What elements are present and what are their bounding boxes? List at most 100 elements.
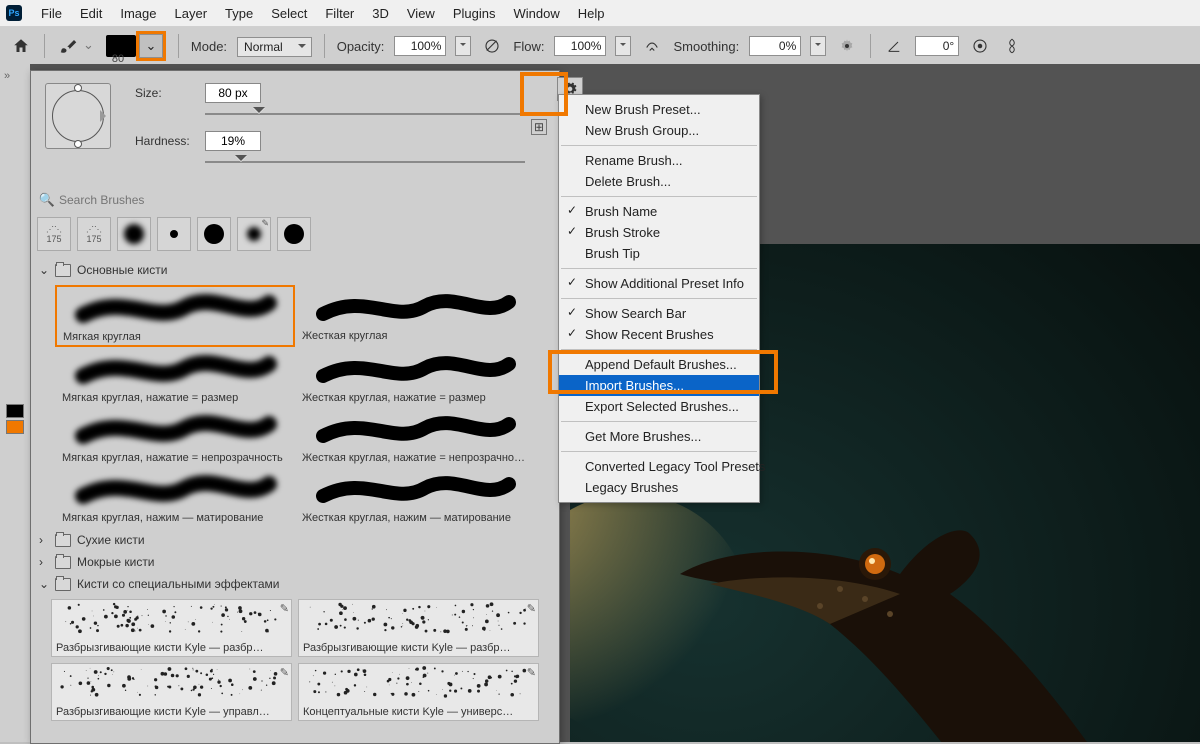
search-input[interactable] — [57, 189, 553, 211]
menu-layer[interactable]: Layer — [166, 2, 217, 25]
brush-label: Жесткая круглая, нажатие = размер — [302, 392, 528, 404]
menu-plugins[interactable]: Plugins — [444, 2, 505, 25]
size-slider[interactable] — [205, 107, 525, 121]
menu-item[interactable]: Brush Tip — [559, 243, 759, 264]
recent-brush[interactable] — [277, 217, 311, 251]
menu-edit[interactable]: Edit — [71, 2, 111, 25]
chevron-right-icon: › — [39, 533, 49, 547]
opacity-pressure-icon[interactable] — [481, 35, 503, 57]
brush-preset[interactable]: Жесткая круглая, нажатие = размер — [295, 347, 535, 407]
opacity-value[interactable]: 100% — [394, 36, 446, 56]
recent-brush[interactable] — [117, 217, 151, 251]
brush-preset[interactable]: ✎ Разбрызгивающие кисти Kyle — управл… — [51, 663, 292, 721]
new-preset-icon[interactable]: ⊞ — [531, 119, 547, 135]
home-button[interactable] — [10, 35, 32, 57]
brush-grid: Мягкая круглая Жесткая круглая Мягкая кр… — [31, 281, 559, 529]
menu-item[interactable]: Legacy Brushes — [559, 477, 759, 498]
menu-item[interactable]: Get More Brushes... — [559, 426, 759, 447]
menu-item[interactable]: Brush Stroke — [559, 222, 759, 243]
flow-dropdown[interactable] — [615, 36, 631, 56]
recent-brush[interactable]: ✎ — [237, 217, 271, 251]
divider — [178, 34, 179, 58]
menu-separator — [561, 268, 757, 269]
menu-filter[interactable]: Filter — [316, 2, 363, 25]
smoothing-gear-icon[interactable] — [836, 35, 858, 57]
folder-icon — [55, 556, 71, 569]
size-input[interactable] — [205, 83, 261, 103]
menu-view[interactable]: View — [398, 2, 444, 25]
menu-item[interactable]: New Brush Preset... — [559, 99, 759, 120]
brush-preset-picker[interactable]: ⌄ 80 — [106, 31, 166, 61]
pressure-size-icon[interactable] — [969, 35, 991, 57]
angle-icon — [883, 35, 905, 57]
menu-item[interactable]: Append Default Brushes... — [559, 354, 759, 375]
airbrush-icon[interactable] — [641, 35, 663, 57]
recent-brush[interactable]: ⋰⋱175 — [37, 217, 71, 251]
tool-chevron[interactable]: ⌄ — [83, 37, 94, 53]
chevron-down-icon: ⌄ — [39, 263, 49, 277]
angle-value[interactable]: 0° — [915, 36, 959, 56]
flow-value[interactable]: 100% — [554, 36, 606, 56]
menu-help[interactable]: Help — [569, 2, 614, 25]
menu-3d[interactable]: 3D — [363, 2, 398, 25]
menu-item[interactable]: Show Additional Preset Info — [559, 273, 759, 294]
menu-type[interactable]: Type — [216, 2, 262, 25]
menu-image[interactable]: Image — [111, 2, 165, 25]
folder-header[interactable]: › Мокрые кисти — [31, 551, 559, 573]
brush-preset-dropdown[interactable]: ⌄ — [139, 34, 163, 58]
brush-label: Жесткая круглая, нажим — матирование — [302, 512, 528, 524]
menu-item[interactable]: Export Selected Brushes... — [559, 396, 759, 417]
brush-preset[interactable]: Мягкая круглая — [55, 285, 295, 347]
smoothing-dropdown[interactable] — [810, 36, 826, 56]
chevron-down-icon: ⌄ — [39, 577, 49, 591]
brush-preset[interactable]: Мягкая круглая, нажатие = размер — [55, 347, 295, 407]
menu-item[interactable]: Converted Legacy Tool Presets — [559, 456, 759, 477]
menu-item[interactable]: Rename Brush... — [559, 150, 759, 171]
options-bar: ⌄ ⌄ 80 Mode: Normal Opacity: 100% Flow: … — [0, 27, 1200, 66]
menu-item[interactable]: Brush Name — [559, 201, 759, 222]
hardness-input[interactable] — [205, 131, 261, 151]
brush-preset[interactable]: ✎ Разбрызгивающие кисти Kyle — разбр… — [298, 599, 539, 657]
brush-preset[interactable]: Мягкая круглая, нажим — матирование — [55, 467, 295, 527]
background-swatch[interactable] — [6, 420, 24, 434]
brush-label: Концептуальные кисти Kyle — универс… — [303, 706, 534, 718]
folder-header[interactable]: ⌄ Кисти со специальными эффектами — [31, 573, 559, 595]
menu-item[interactable]: Show Search Bar — [559, 303, 759, 324]
brush-tool-icon[interactable] — [57, 35, 79, 57]
brush-tool-corner-icon: ✎ — [280, 602, 289, 615]
hardness-slider[interactable] — [205, 155, 525, 169]
smoothing-value[interactable]: 0% — [749, 36, 801, 56]
recent-brush[interactable] — [157, 217, 191, 251]
menu-item[interactable]: Import Brushes... — [559, 375, 759, 396]
brush-preset[interactable]: ✎ Концептуальные кисти Kyle — универс… — [298, 663, 539, 721]
collapse-chevron[interactable]: » — [4, 70, 10, 82]
brush-label: Разбрызгивающие кисти Kyle — управл… — [56, 706, 287, 718]
menu-item[interactable]: Show Recent Brushes — [559, 324, 759, 345]
folder-icon — [55, 534, 71, 547]
folder-header[interactable]: › Сухие кисти — [31, 529, 559, 551]
brush-preset[interactable]: ✎ Разбрызгивающие кисти Kyle — разбр… — [51, 599, 292, 657]
menu-select[interactable]: Select — [262, 2, 316, 25]
brush-preset[interactable]: Жесткая круглая, нажатие = непрозрачност… — [295, 407, 535, 467]
menu-window[interactable]: Window — [504, 2, 568, 25]
brush-preset[interactable]: Жесткая круглая — [295, 285, 535, 345]
menu-item[interactable]: New Brush Group... — [559, 120, 759, 141]
menu-file[interactable]: File — [32, 2, 71, 25]
brush-label: Мягкая круглая, нажатие = непрозрачность — [62, 452, 288, 464]
brush-tip-preview[interactable] — [45, 83, 111, 149]
brush-preset[interactable]: Мягкая круглая, нажатие = непрозрачность — [55, 407, 295, 467]
brush-preset[interactable]: Жесткая круглая, нажим — матирование — [295, 467, 535, 527]
menu-separator — [561, 145, 757, 146]
brush-preset-panel: Size: Hardness: ⊞ 🔍 ⋰⋱175 ⋰⋱175 ✎ ⌄ — [30, 70, 560, 744]
foreground-swatch[interactable] — [6, 404, 24, 418]
symmetry-icon[interactable] — [1001, 35, 1023, 57]
opacity-dropdown[interactable] — [455, 36, 471, 56]
recent-brush[interactable]: ⋰⋱175 — [77, 217, 111, 251]
divider — [324, 34, 325, 58]
folder-header[interactable]: ⌄ Основные кисти — [31, 259, 559, 281]
menu-item[interactable]: Delete Brush... — [559, 171, 759, 192]
mode-select[interactable]: Normal — [237, 39, 312, 54]
folder-name: Кисти со специальными эффектами — [77, 577, 280, 591]
recent-brush[interactable] — [197, 217, 231, 251]
brush-label: Разбрызгивающие кисти Kyle — разбр… — [303, 642, 534, 654]
